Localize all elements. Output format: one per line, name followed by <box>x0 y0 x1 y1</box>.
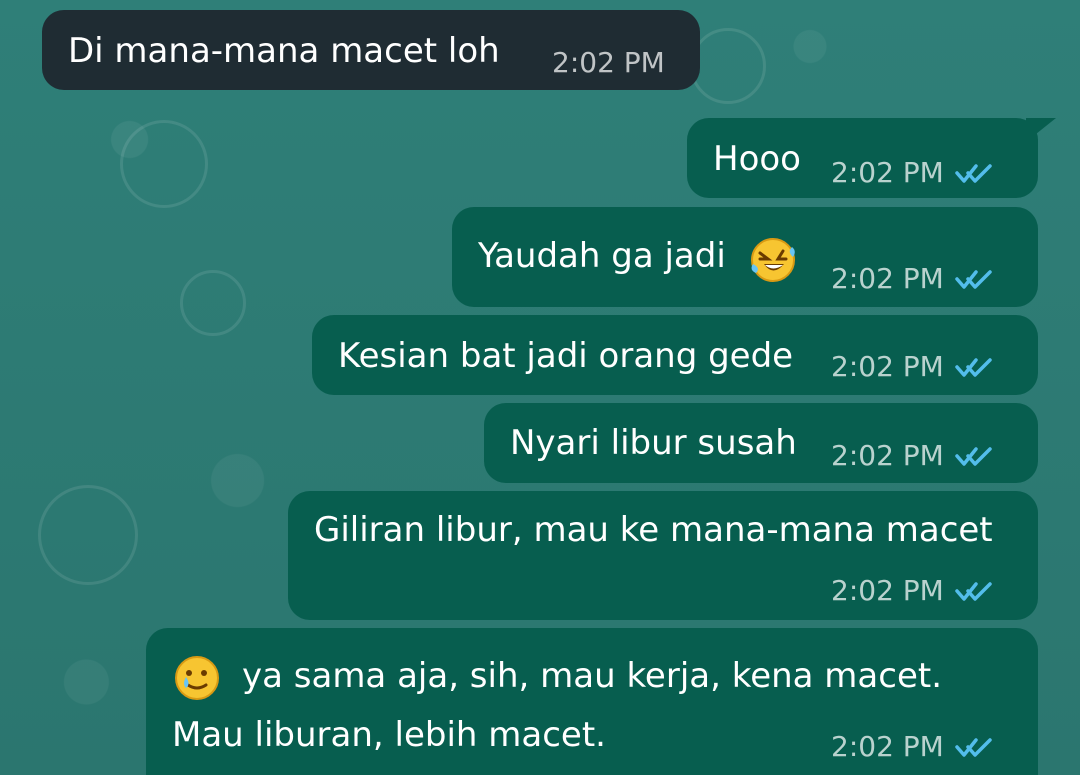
message-time: 2:02 PM <box>831 574 944 607</box>
wallpaper-doodle-icon <box>180 270 246 336</box>
message-text-line-1: ya sama aja, sih, mau kerja, kena macet. <box>242 656 943 696</box>
wallpaper-doodle-icon <box>120 120 208 208</box>
message-bubble-outgoing[interactable]: Nyari libur susah 2:02 PM <box>484 403 1038 483</box>
wallpaper-doodle-icon <box>38 485 138 585</box>
message-bubble-incoming[interactable]: Di mana-mana macet loh 2:02 PM <box>42 10 700 90</box>
message-time: 2:02 PM <box>831 350 944 383</box>
read-receipt-icon <box>955 446 992 466</box>
message-time: 2:02 PM <box>831 730 944 763</box>
message-meta: 2:02 PM <box>831 156 996 189</box>
message-time: 2:02 PM <box>552 46 665 79</box>
message-bubble-outgoing[interactable]: ya sama aja, sih, mau kerja, kena macet.… <box>146 628 1038 775</box>
message-text-line-2: Mau liburan, lebih macet. <box>172 715 606 755</box>
message-meta: 2:02 PM <box>831 439 996 472</box>
message-text: Yaudah ga jadi <box>478 236 726 276</box>
message-meta: 2:02 PM <box>831 730 996 763</box>
face-holding-back-tears-emoji-icon <box>175 656 219 700</box>
message-text: Giliran libur, mau ke mana-mana macet <box>314 510 993 550</box>
wallpaper-doodle-icon <box>690 28 766 104</box>
message-time: 2:02 PM <box>831 262 944 295</box>
message-text: Hooo <box>713 139 801 179</box>
message-meta: 2:02 PM <box>552 46 665 79</box>
message-text: Di mana-mana macet loh <box>68 31 500 71</box>
read-receipt-icon <box>955 357 992 377</box>
message-tail <box>1026 118 1056 142</box>
read-receipt-icon <box>955 581 992 601</box>
message-time: 2:02 PM <box>831 439 944 472</box>
message-bubble-outgoing[interactable]: Kesian bat jadi orang gede 2:02 PM <box>312 315 1038 395</box>
read-receipt-icon <box>955 163 992 183</box>
message-bubble-outgoing[interactable]: Giliran libur, mau ke mana-mana macet 2:… <box>288 491 1038 620</box>
read-receipt-icon <box>955 269 992 289</box>
rolling-on-floor-laughing-emoji-icon <box>751 238 795 282</box>
message-time: 2:02 PM <box>831 156 944 189</box>
message-text: Kesian bat jadi orang gede <box>338 336 794 376</box>
message-meta: 2:02 PM <box>831 350 996 383</box>
message-meta: 2:02 PM <box>831 574 996 607</box>
message-text: Nyari libur susah <box>510 423 797 463</box>
read-receipt-icon <box>955 737 992 757</box>
message-bubble-outgoing[interactable]: Yaudah ga jadi 2:02 PM <box>452 207 1038 307</box>
message-meta: 2:02 PM <box>831 262 996 295</box>
message-bubble-outgoing[interactable]: Hooo 2:02 PM <box>687 118 1038 198</box>
